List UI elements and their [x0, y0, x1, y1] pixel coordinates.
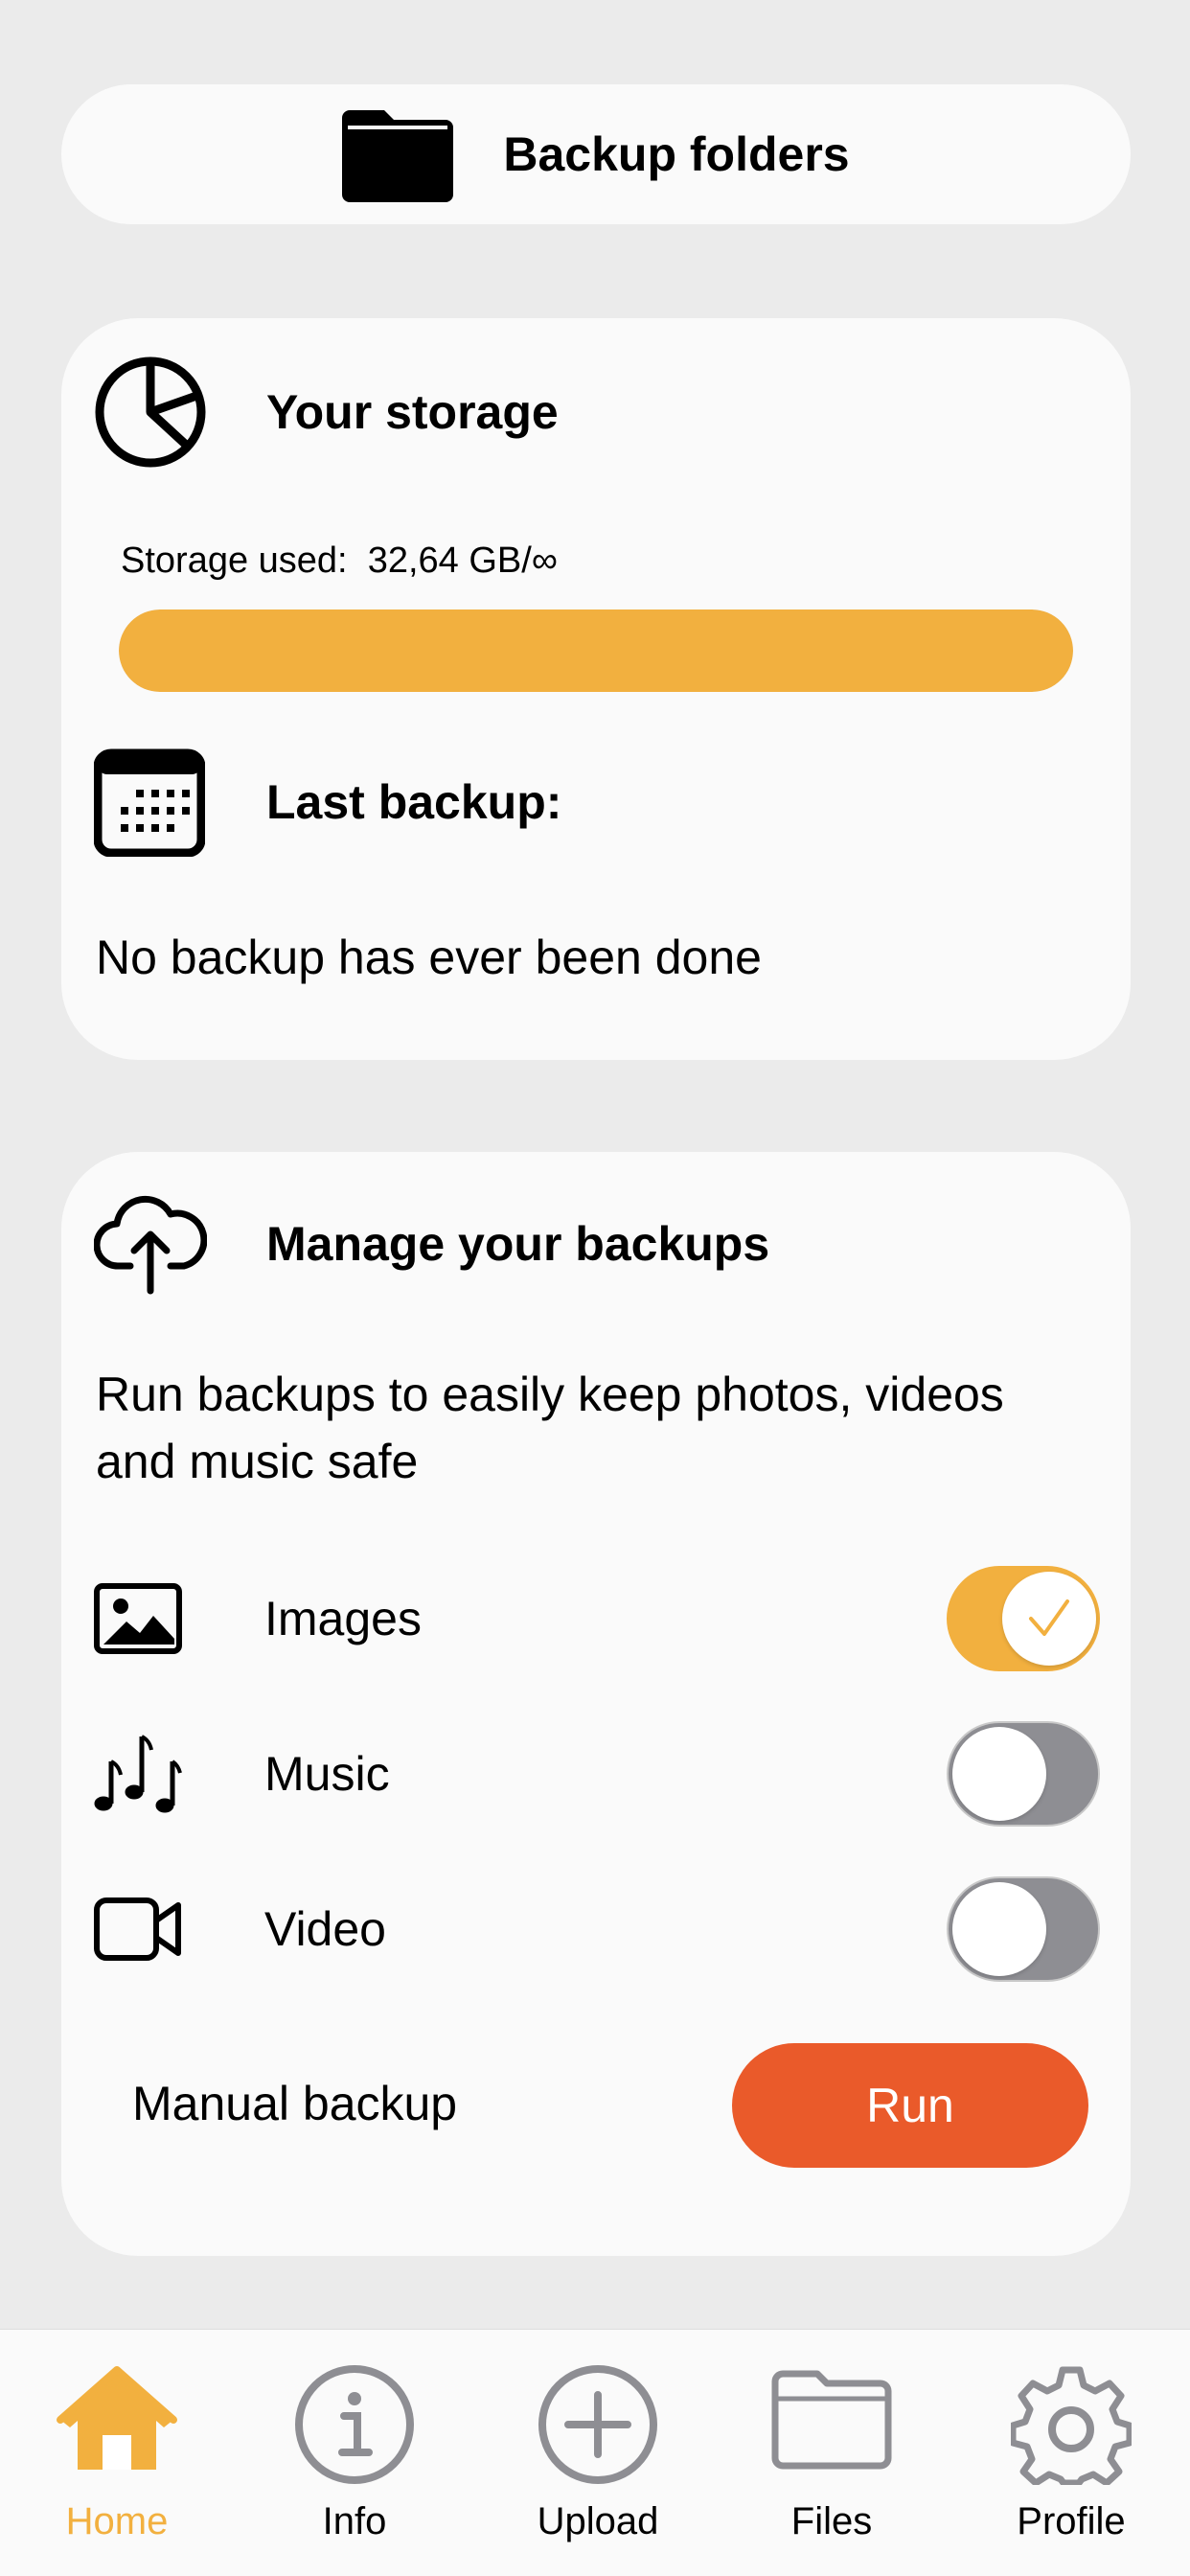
music-toggle[interactable] — [947, 1721, 1100, 1827]
music-toggle-row: Music — [94, 1721, 1100, 1827]
video-camera-icon — [94, 1898, 181, 1961]
tab-bar: Home Info Upload Files Profile — [0, 2329, 1190, 2576]
storage-used-text: Storage used: 32,64 GB/∞ — [121, 540, 558, 581]
run-backup-button[interactable]: Run — [732, 2043, 1088, 2168]
toggle-knob — [1002, 1572, 1096, 1666]
toggle-knob — [952, 1727, 1046, 1821]
images-label: Images — [264, 1592, 422, 1645]
gear-icon — [1011, 2366, 1132, 2485]
last-backup-title: Last backup: — [266, 775, 562, 829]
tab-profile-label: Profile — [1017, 2500, 1126, 2542]
plus-circle-icon — [538, 2365, 657, 2484]
cloud-upload-icon — [94, 1195, 207, 1295]
storage-title: Your storage — [266, 385, 559, 439]
toggle-knob — [952, 1882, 1046, 1976]
manage-backups-card: Manage your backups Run backups to easil… — [61, 1152, 1131, 2256]
images-toggle[interactable] — [947, 1566, 1100, 1671]
image-icon — [94, 1583, 182, 1654]
manage-description: Run backups to easily keep photos, video… — [96, 1368, 1004, 1488]
tab-home[interactable]: Home — [21, 2330, 213, 2576]
tab-files[interactable]: Files — [736, 2330, 927, 2576]
folder-icon — [342, 110, 454, 202]
storage-progress-fill — [119, 610, 1073, 692]
music-notes-icon — [94, 1735, 182, 1813]
images-toggle-row: Images — [94, 1566, 1100, 1671]
info-icon — [295, 2365, 414, 2484]
tab-profile[interactable]: Profile — [975, 2330, 1167, 2576]
tab-info[interactable]: Info — [259, 2330, 450, 2576]
video-toggle[interactable] — [947, 1876, 1100, 1982]
storage-card: Your storage Storage used: 32,64 GB/∞ La… — [61, 318, 1131, 1060]
pie-chart-icon — [95, 356, 206, 468]
video-label: Video — [264, 1902, 386, 1956]
manage-header: Manage your backups — [94, 1186, 769, 1301]
video-toggle-row: Video — [94, 1876, 1100, 1982]
tab-info-label: Info — [322, 2500, 387, 2542]
tab-home-label: Home — [65, 2500, 169, 2542]
tab-upload[interactable]: Upload — [502, 2330, 694, 2576]
manage-title: Manage your backups — [266, 1217, 770, 1271]
home-icon — [57, 2366, 177, 2470]
last-backup-header: Last backup: — [94, 748, 561, 857]
storage-progress-bar — [119, 610, 1073, 692]
backup-folders-label: Backup folders — [503, 127, 850, 181]
checkmark-icon — [1029, 1599, 1069, 1636]
folder-outline-icon — [771, 2370, 892, 2470]
tab-upload-label: Upload — [537, 2500, 659, 2542]
backup-folders-button[interactable]: Backup folders — [61, 84, 1131, 224]
music-label: Music — [264, 1747, 390, 1801]
manual-backup-label: Manual backup — [132, 2077, 458, 2130]
storage-header: Your storage — [94, 353, 559, 472]
last-backup-status: No backup has ever been done — [96, 931, 762, 984]
tab-files-label: Files — [790, 2500, 873, 2542]
calendar-icon — [94, 748, 205, 857]
